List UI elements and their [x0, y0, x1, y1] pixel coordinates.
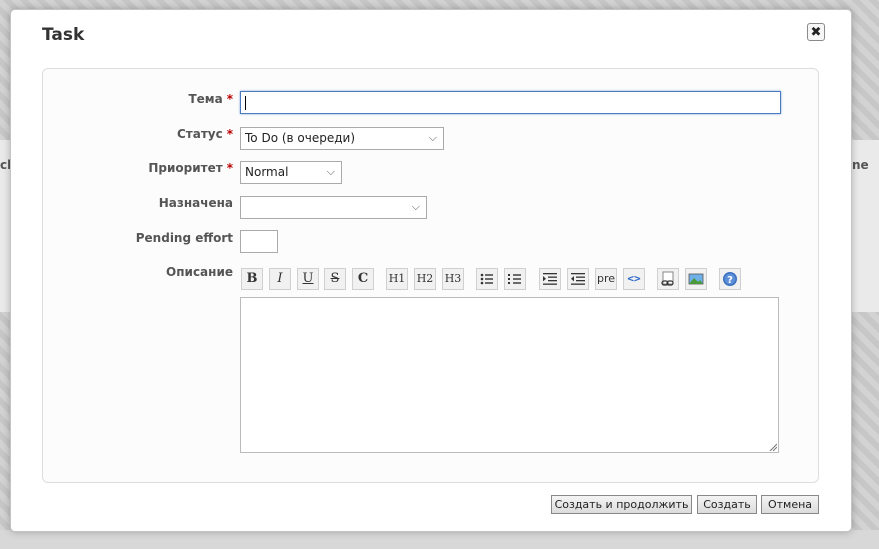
- link-icon[interactable]: [657, 268, 679, 290]
- h2-icon[interactable]: H2: [414, 268, 436, 290]
- help-icon[interactable]: ?: [719, 268, 741, 290]
- image-icon[interactable]: [685, 268, 707, 290]
- code-tag-icon[interactable]: <>: [623, 268, 645, 290]
- image-glyph: [688, 273, 704, 285]
- outdent-glyph: [571, 273, 585, 285]
- pending-effort-label: Pending effort: [33, 231, 233, 245]
- text-cursor: [245, 96, 246, 110]
- subject-label-text: Тема: [188, 92, 223, 106]
- priority-label-text: Приоритет: [148, 161, 223, 175]
- resize-handle-icon[interactable]: [769, 443, 777, 451]
- description-label: Описание: [33, 265, 233, 279]
- pending-effort-label-text: Pending effort: [135, 231, 233, 245]
- required-mark: *: [226, 92, 233, 106]
- unordered-list-icon[interactable]: [476, 268, 498, 290]
- status-label-text: Статус: [176, 127, 223, 141]
- close-icon[interactable]: ✖: [807, 23, 825, 41]
- indent-icon[interactable]: [539, 268, 561, 290]
- status-label: Статус *: [33, 127, 233, 141]
- code-icon[interactable]: C: [352, 268, 374, 290]
- create-and-continue-button[interactable]: Создать и продолжить: [551, 495, 692, 514]
- status-select[interactable]: To Do (в очереди) ⌵: [240, 127, 444, 150]
- ordered-list-glyph: [508, 274, 521, 284]
- pre-icon[interactable]: pre: [595, 268, 617, 290]
- italic-icon[interactable]: I: [269, 268, 291, 290]
- svg-text:?: ?: [727, 275, 733, 286]
- required-mark: *: [226, 161, 233, 175]
- cancel-button[interactable]: Отмена: [761, 495, 819, 514]
- link-glyph: [661, 271, 674, 286]
- pending-effort-input[interactable]: [240, 230, 278, 253]
- background-text-right: ne: [852, 158, 869, 172]
- status-value: To Do (в очереди): [245, 131, 356, 145]
- h3-icon[interactable]: H3: [442, 268, 464, 290]
- assignee-select[interactable]: ⌵: [240, 196, 427, 219]
- underline-icon[interactable]: U: [297, 268, 319, 290]
- priority-value: Normal: [245, 165, 289, 179]
- chevron-down-icon: ⌵: [411, 200, 420, 213]
- unordered-list-glyph: [480, 273, 493, 285]
- task-dialog: Task ✖ Тема * Статус * To Do (в очереди) ⌵…: [10, 9, 852, 532]
- subject-input[interactable]: [240, 91, 781, 114]
- required-mark: *: [226, 127, 233, 141]
- assignee-label-text: Назначена: [158, 196, 233, 210]
- help-glyph: ?: [723, 272, 737, 286]
- priority-label: Приоритет *: [33, 161, 233, 175]
- bold-icon[interactable]: B: [241, 268, 263, 290]
- description-textarea[interactable]: [240, 297, 779, 453]
- background-footer: [0, 530, 879, 549]
- chevron-down-icon: ⌵: [326, 165, 335, 178]
- create-button[interactable]: Создать: [697, 495, 757, 514]
- ordered-list-icon[interactable]: [504, 268, 526, 290]
- chevron-down-icon: ⌵: [428, 131, 437, 144]
- h1-icon[interactable]: H1: [386, 268, 408, 290]
- priority-select[interactable]: Normal ⌵: [240, 161, 342, 184]
- strikethrough-icon[interactable]: S: [324, 268, 346, 290]
- description-label-text: Описание: [166, 265, 233, 279]
- assignee-label: Назначена: [33, 196, 233, 210]
- subject-label: Тема *: [33, 92, 233, 106]
- indent-glyph: [543, 273, 557, 285]
- outdent-icon[interactable]: [567, 268, 589, 290]
- dialog-title: Task: [42, 25, 85, 45]
